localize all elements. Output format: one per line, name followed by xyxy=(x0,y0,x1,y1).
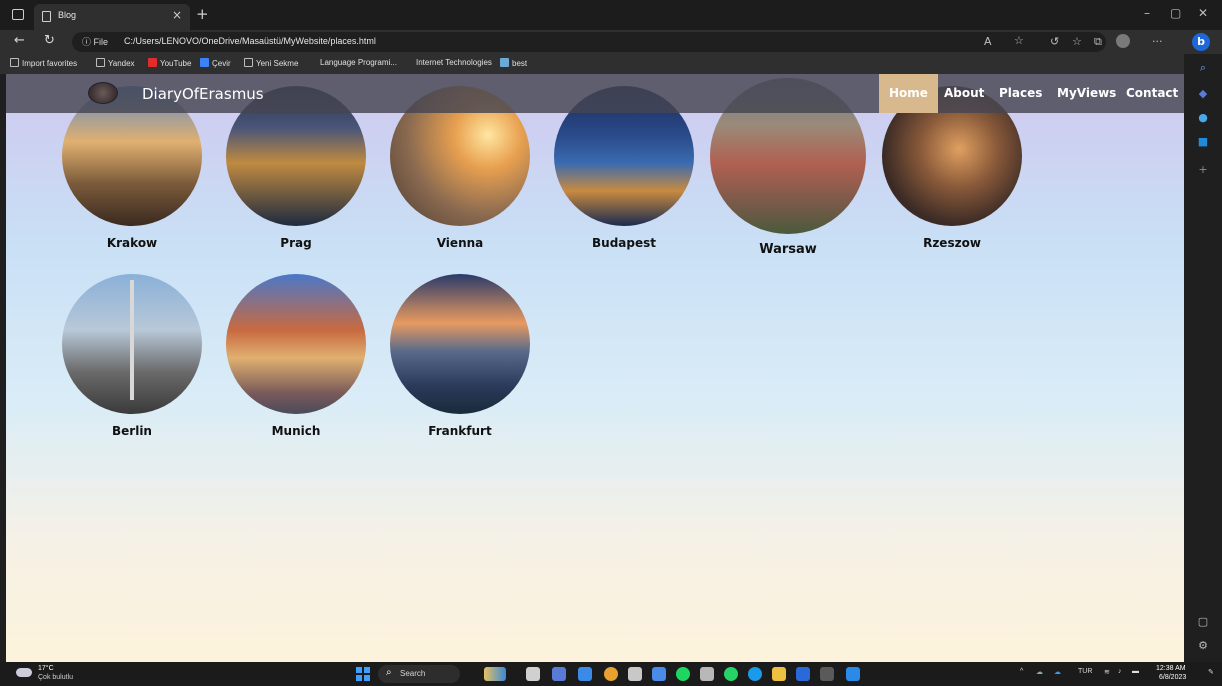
weather-temperature[interactable]: 17°C xyxy=(38,665,54,672)
favorite-import[interactable]: Import favorites xyxy=(10,58,77,68)
app-icon[interactable] xyxy=(700,667,714,681)
cloud-icon[interactable] xyxy=(16,668,32,677)
tv-tower-shape xyxy=(130,280,134,400)
favorite-internet-technologies[interactable]: Internet Technologies xyxy=(416,58,492,67)
clock-time[interactable]: 12:38 AM xyxy=(1156,665,1186,672)
shopping-icon[interactable]: ◆ xyxy=(1195,86,1211,102)
vscode-icon[interactable] xyxy=(846,667,860,681)
language-indicator[interactable]: TUR xyxy=(1078,668,1092,675)
close-window-button[interactable]: ✕ xyxy=(1198,6,1208,20)
favorite-yandex[interactable]: Yandex xyxy=(96,58,135,68)
nav-places[interactable]: Places xyxy=(989,74,1052,113)
place-label: Krakow xyxy=(106,236,158,250)
refresh-page-icon[interactable]: ↺ xyxy=(1050,35,1059,48)
place-label: Frankfurt xyxy=(428,424,492,438)
web-page: DiaryOfErasmus Home About Places MyViews… xyxy=(6,74,1184,662)
file-explorer-icon[interactable] xyxy=(772,667,786,681)
more-options-icon[interactable]: ··· xyxy=(1152,35,1163,48)
site-info-label[interactable]: ⓘ File xyxy=(82,35,108,48)
calculator-icon[interactable] xyxy=(628,667,642,681)
spotify-icon[interactable] xyxy=(676,667,690,681)
url-text[interactable]: C:/Users/LENOVO/OneDrive/Masaüstü/MyWebs… xyxy=(124,36,376,46)
collections-icon[interactable]: ⧉ xyxy=(1094,35,1102,49)
tab-close-icon[interactable]: × xyxy=(172,8,182,22)
chrome-icon[interactable] xyxy=(604,667,618,681)
whatsapp-icon[interactable] xyxy=(724,667,738,681)
taskbar-search-label: Search xyxy=(400,669,426,678)
zoom-icon[interactable] xyxy=(578,667,592,681)
place-label: Prag xyxy=(280,236,312,250)
minimize-button[interactable]: – xyxy=(1144,6,1150,20)
tab-blog[interactable]: Blog × xyxy=(34,4,190,30)
place-card-berlin[interactable]: Berlin xyxy=(62,274,202,444)
favorite-best[interactable]: best xyxy=(500,58,527,68)
place-image-berlin[interactable] xyxy=(62,274,202,414)
place-label: Munich xyxy=(271,424,321,438)
browser-tab-bar: Blog × + – ▢ ✕ xyxy=(0,0,1222,30)
favorite-cevir[interactable]: Çevir xyxy=(200,58,231,68)
place-card-munich[interactable]: Munich xyxy=(226,274,366,444)
favorite-yeni-sekme[interactable]: Yeni Sekme xyxy=(244,58,298,68)
settings-icon[interactable]: ⚙ xyxy=(1195,638,1211,654)
widgets-icon[interactable] xyxy=(484,667,506,681)
favorites-bar: Import favorites Yandex YouTube Çevir Ye… xyxy=(0,54,1222,74)
place-label: Budapest xyxy=(592,236,656,250)
restore-button[interactable]: ▢ xyxy=(1170,6,1181,20)
back-icon[interactable]: ← xyxy=(14,33,25,48)
edge-sidebar: ⌕ ◆ ● ■ + ▢ ⚙ xyxy=(1184,54,1222,662)
place-image-frankfurt[interactable] xyxy=(390,274,530,414)
cloud-sync-icon[interactable]: ☁ xyxy=(1054,668,1061,676)
windows-taskbar: 17°C Çok bulutlu ⌕ Search ^ ☁ ☁ TUR ≋ ♪ … xyxy=(0,662,1222,686)
tab-title: Blog xyxy=(58,10,77,20)
favorites-icon[interactable]: ☆ xyxy=(1072,35,1082,48)
word-icon[interactable] xyxy=(796,667,810,681)
split-screen-icon[interactable]: ▢ xyxy=(1195,614,1211,630)
refresh-icon[interactable]: ↻ xyxy=(44,33,55,48)
read-aloud-icon[interactable]: A xyxy=(984,35,992,48)
address-bar[interactable]: ⓘ File C:/Users/LENOVO/OneDrive/Masaüstü… xyxy=(72,32,1106,52)
bing-copilot-icon[interactable]: b xyxy=(1192,33,1210,51)
place-image-munich[interactable] xyxy=(226,274,366,414)
favorite-star-icon[interactable]: ☆ xyxy=(1014,34,1024,47)
site-brand[interactable]: DiaryOfErasmus xyxy=(142,85,264,103)
battery-icon[interactable]: ▬ xyxy=(1132,668,1139,675)
nav-contact[interactable]: Contact xyxy=(1116,74,1184,113)
place-card-frankfurt[interactable]: Frankfurt xyxy=(390,274,530,444)
clock-date[interactable]: 6/8/2023 xyxy=(1159,674,1186,681)
profile-avatar[interactable] xyxy=(1116,34,1130,48)
nav-about[interactable]: About xyxy=(934,74,994,113)
place-label: Warsaw xyxy=(759,242,817,257)
site-navbar: DiaryOfErasmus Home About Places MyViews… xyxy=(6,74,1184,113)
notifications-icon[interactable]: ✎ xyxy=(1208,668,1214,676)
start-button[interactable] xyxy=(356,667,370,681)
favorite-youtube[interactable]: YouTube xyxy=(148,58,191,68)
place-label: Berlin xyxy=(112,424,152,438)
weather-description[interactable]: Çok bulutlu xyxy=(38,674,73,681)
taskbar-search[interactable]: ⌕ Search xyxy=(378,665,460,683)
task-view-icon[interactable] xyxy=(526,667,540,681)
page-icon xyxy=(42,11,51,22)
favorite-language-programi[interactable]: Language Programi... xyxy=(320,58,397,67)
teams-icon[interactable] xyxy=(552,667,566,681)
search-icon[interactable]: ⌕ xyxy=(1195,60,1211,76)
volume-icon[interactable]: ♪ xyxy=(1118,668,1122,675)
tools-icon[interactable]: ● xyxy=(1195,110,1211,126)
add-icon[interactable]: + xyxy=(1195,162,1211,178)
place-label: Rzeszow xyxy=(923,236,981,250)
show-hidden-icons[interactable]: ^ xyxy=(1020,668,1023,675)
tab-actions-icon[interactable] xyxy=(12,9,24,20)
outlook-icon[interactable]: ■ xyxy=(1195,134,1211,150)
search-icon: ⌕ xyxy=(386,667,392,678)
place-label: Vienna xyxy=(436,236,484,250)
nav-home[interactable]: Home xyxy=(879,74,938,113)
new-tab-button[interactable]: + xyxy=(196,5,209,23)
app-icon[interactable] xyxy=(652,667,666,681)
terminal-icon[interactable] xyxy=(820,667,834,681)
nav-myviews[interactable]: MyViews xyxy=(1047,74,1126,113)
site-logo[interactable] xyxy=(88,82,118,104)
wifi-icon[interactable]: ≋ xyxy=(1104,668,1110,676)
onedrive-icon[interactable]: ☁ xyxy=(1036,668,1043,676)
address-bar-row: ← ↻ ⓘ File C:/Users/LENOVO/OneDrive/Masa… xyxy=(0,30,1222,54)
edge-icon[interactable] xyxy=(748,667,762,681)
